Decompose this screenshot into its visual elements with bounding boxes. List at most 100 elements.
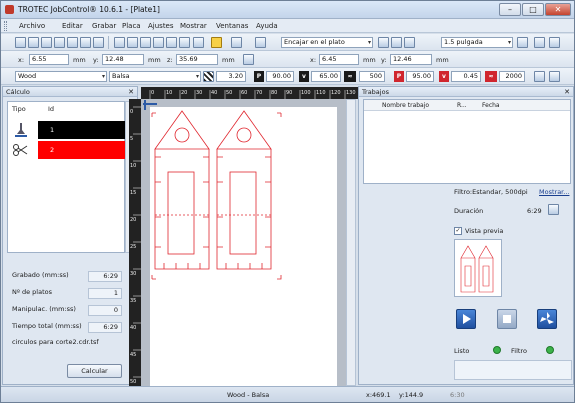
table-row[interactable]: 2 bbox=[8, 141, 128, 159]
y-input[interactable]: 12.48 bbox=[102, 54, 144, 65]
frequency2-input[interactable]: 2000 bbox=[499, 71, 525, 82]
layers-icon[interactable] bbox=[80, 37, 91, 48]
close-icon[interactable]: ✕ bbox=[564, 87, 570, 97]
power2-icon: P bbox=[394, 71, 404, 82]
unit-label: mm bbox=[148, 56, 161, 64]
unit-label: mm bbox=[363, 56, 376, 64]
x-input[interactable]: 6.55 bbox=[29, 54, 69, 65]
menu-placa[interactable]: Placa bbox=[122, 22, 141, 30]
material-settings-icon[interactable] bbox=[549, 71, 560, 82]
velocity-input[interactable]: 65.00 bbox=[311, 71, 341, 82]
fit-select[interactable]: Encajar en el plato bbox=[281, 37, 373, 48]
app-window: TROTEC JobControl® 10.6.1 - [Plate1] – □… bbox=[0, 0, 575, 403]
refresh-icon[interactable] bbox=[534, 37, 545, 48]
pointer-icon[interactable] bbox=[140, 37, 151, 48]
x2-input[interactable]: 6.45 bbox=[319, 54, 359, 65]
material-select[interactable]: Wood bbox=[15, 71, 107, 82]
left-ruler-label: 35 bbox=[130, 298, 136, 304]
arrow-icon[interactable] bbox=[127, 37, 138, 48]
menu-grabar[interactable]: Grabar bbox=[92, 22, 116, 30]
maximize-button[interactable]: □ bbox=[522, 3, 544, 16]
settings-icon[interactable] bbox=[67, 37, 78, 48]
duration-value: 6:29 bbox=[527, 207, 542, 215]
menu-ajustes[interactable]: Ajustes bbox=[148, 22, 174, 30]
left-ruler-label: 50 bbox=[130, 379, 136, 385]
show-link[interactable]: Mostrar... bbox=[539, 188, 569, 196]
canvas-scrollbar[interactable] bbox=[346, 99, 356, 386]
menu-mostrar[interactable]: Mostrar bbox=[180, 22, 207, 30]
minimize-button[interactable]: – bbox=[499, 3, 521, 16]
top-ruler-label: 70 bbox=[256, 90, 262, 96]
close-button[interactable]: ✕ bbox=[545, 3, 571, 16]
eye-icon[interactable] bbox=[193, 37, 204, 48]
preview-checkbox[interactable]: ✓ bbox=[454, 227, 462, 235]
zoom-in-icon[interactable] bbox=[378, 37, 389, 48]
col-job-name[interactable]: Nombre trabajo bbox=[382, 102, 429, 109]
grid-select[interactable]: 1.5 pulgada bbox=[441, 37, 513, 48]
exhaust-button[interactable] bbox=[537, 309, 557, 329]
unit-label: mm bbox=[436, 56, 449, 64]
power2-input[interactable]: 95.00 bbox=[406, 71, 434, 82]
open-icon[interactable] bbox=[28, 37, 39, 48]
new-icon[interactable] bbox=[15, 37, 26, 48]
top-ruler-label: 60 bbox=[241, 90, 247, 96]
left-ruler-label: 5 bbox=[130, 136, 133, 142]
xyz-icon[interactable] bbox=[255, 37, 266, 48]
frequency2-icon: ≈ bbox=[485, 71, 497, 82]
grid-icon[interactable] bbox=[179, 37, 190, 48]
frequency-input[interactable]: 500 bbox=[359, 71, 385, 82]
target-icon[interactable] bbox=[166, 37, 177, 48]
plate-sheet bbox=[150, 107, 337, 386]
properties-icon[interactable] bbox=[549, 37, 560, 48]
menu-ventanas[interactable]: Ventanas bbox=[216, 22, 248, 30]
jobs-panel-title: Trabajos bbox=[362, 88, 389, 96]
apply-icon[interactable] bbox=[534, 71, 545, 82]
status-material: Wood - Balsa bbox=[227, 391, 270, 399]
zoom-out-icon[interactable] bbox=[391, 37, 402, 48]
work-canvas[interactable] bbox=[141, 99, 346, 386]
col-r[interactable]: R... bbox=[457, 102, 467, 109]
play-button[interactable] bbox=[456, 309, 476, 329]
home-icon[interactable] bbox=[114, 37, 125, 48]
gear-icon[interactable] bbox=[231, 37, 242, 48]
velocity2-input[interactable]: 0.45 bbox=[451, 71, 481, 82]
y2-input[interactable]: 12.46 bbox=[390, 54, 432, 65]
top-ruler-label: 40 bbox=[211, 90, 217, 96]
stop-button[interactable] bbox=[497, 309, 517, 329]
thickness-input[interactable]: 3.20 bbox=[216, 71, 246, 82]
stat-label: Tiempo total (mm:ss) bbox=[12, 322, 82, 330]
jobs-list[interactable]: Nombre trabajo R... Fecha bbox=[363, 99, 571, 184]
submaterial-select[interactable]: Balsa bbox=[109, 71, 201, 82]
grid-settings-icon[interactable] bbox=[517, 37, 528, 48]
preview-icon[interactable] bbox=[211, 37, 222, 48]
top-ruler: 0 10 20 30 40 50 60 70 80 90 100 110 120 130 bbox=[141, 87, 358, 99]
status-box bbox=[454, 360, 572, 380]
filter-text: Filtro:Estandar, 500dpi bbox=[454, 188, 528, 196]
calculate-button[interactable]: Calcular bbox=[67, 364, 122, 378]
left-ruler-label: 40 bbox=[130, 325, 136, 331]
position-icon[interactable] bbox=[153, 37, 164, 48]
clock-icon[interactable] bbox=[548, 204, 559, 215]
close-icon[interactable]: ✕ bbox=[128, 87, 134, 97]
save-icon[interactable] bbox=[41, 37, 52, 48]
origin-marker-icon[interactable] bbox=[143, 100, 157, 110]
col-tipo: Tipo bbox=[12, 105, 26, 113]
menu-archivo[interactable]: Archivo bbox=[19, 22, 45, 30]
menu-editar[interactable]: Editar bbox=[62, 22, 83, 30]
left-ruler-ticks: 0 5 10 15 20 25 30 35 40 45 50 bbox=[130, 106, 141, 385]
marker-icon[interactable] bbox=[93, 37, 104, 48]
zoom-fit-icon[interactable] bbox=[404, 37, 415, 48]
top-ruler-label: 90 bbox=[286, 90, 292, 96]
status-y: y:144.9 bbox=[399, 391, 424, 399]
z-input[interactable]: 35.69 bbox=[176, 54, 218, 65]
col-date[interactable]: Fecha bbox=[482, 102, 500, 109]
calc-panel: Cálculo ✕ Tipo Id 1 2 Grabado (mm:ss) 6:2… bbox=[2, 86, 138, 385]
filename: circulos para corte2.cdr.tsf bbox=[12, 338, 99, 346]
material-toolbar: Wood Balsa 3.20 P 90.00 v 65.00 ≈ 500 P … bbox=[1, 68, 574, 85]
power-input[interactable]: 90.00 bbox=[266, 71, 294, 82]
lock-icon[interactable] bbox=[243, 54, 254, 65]
table-row[interactable]: 1 bbox=[8, 121, 128, 139]
power-icon: P bbox=[254, 71, 264, 82]
menu-ayuda[interactable]: Ayuda bbox=[256, 22, 278, 30]
print-icon[interactable] bbox=[54, 37, 65, 48]
